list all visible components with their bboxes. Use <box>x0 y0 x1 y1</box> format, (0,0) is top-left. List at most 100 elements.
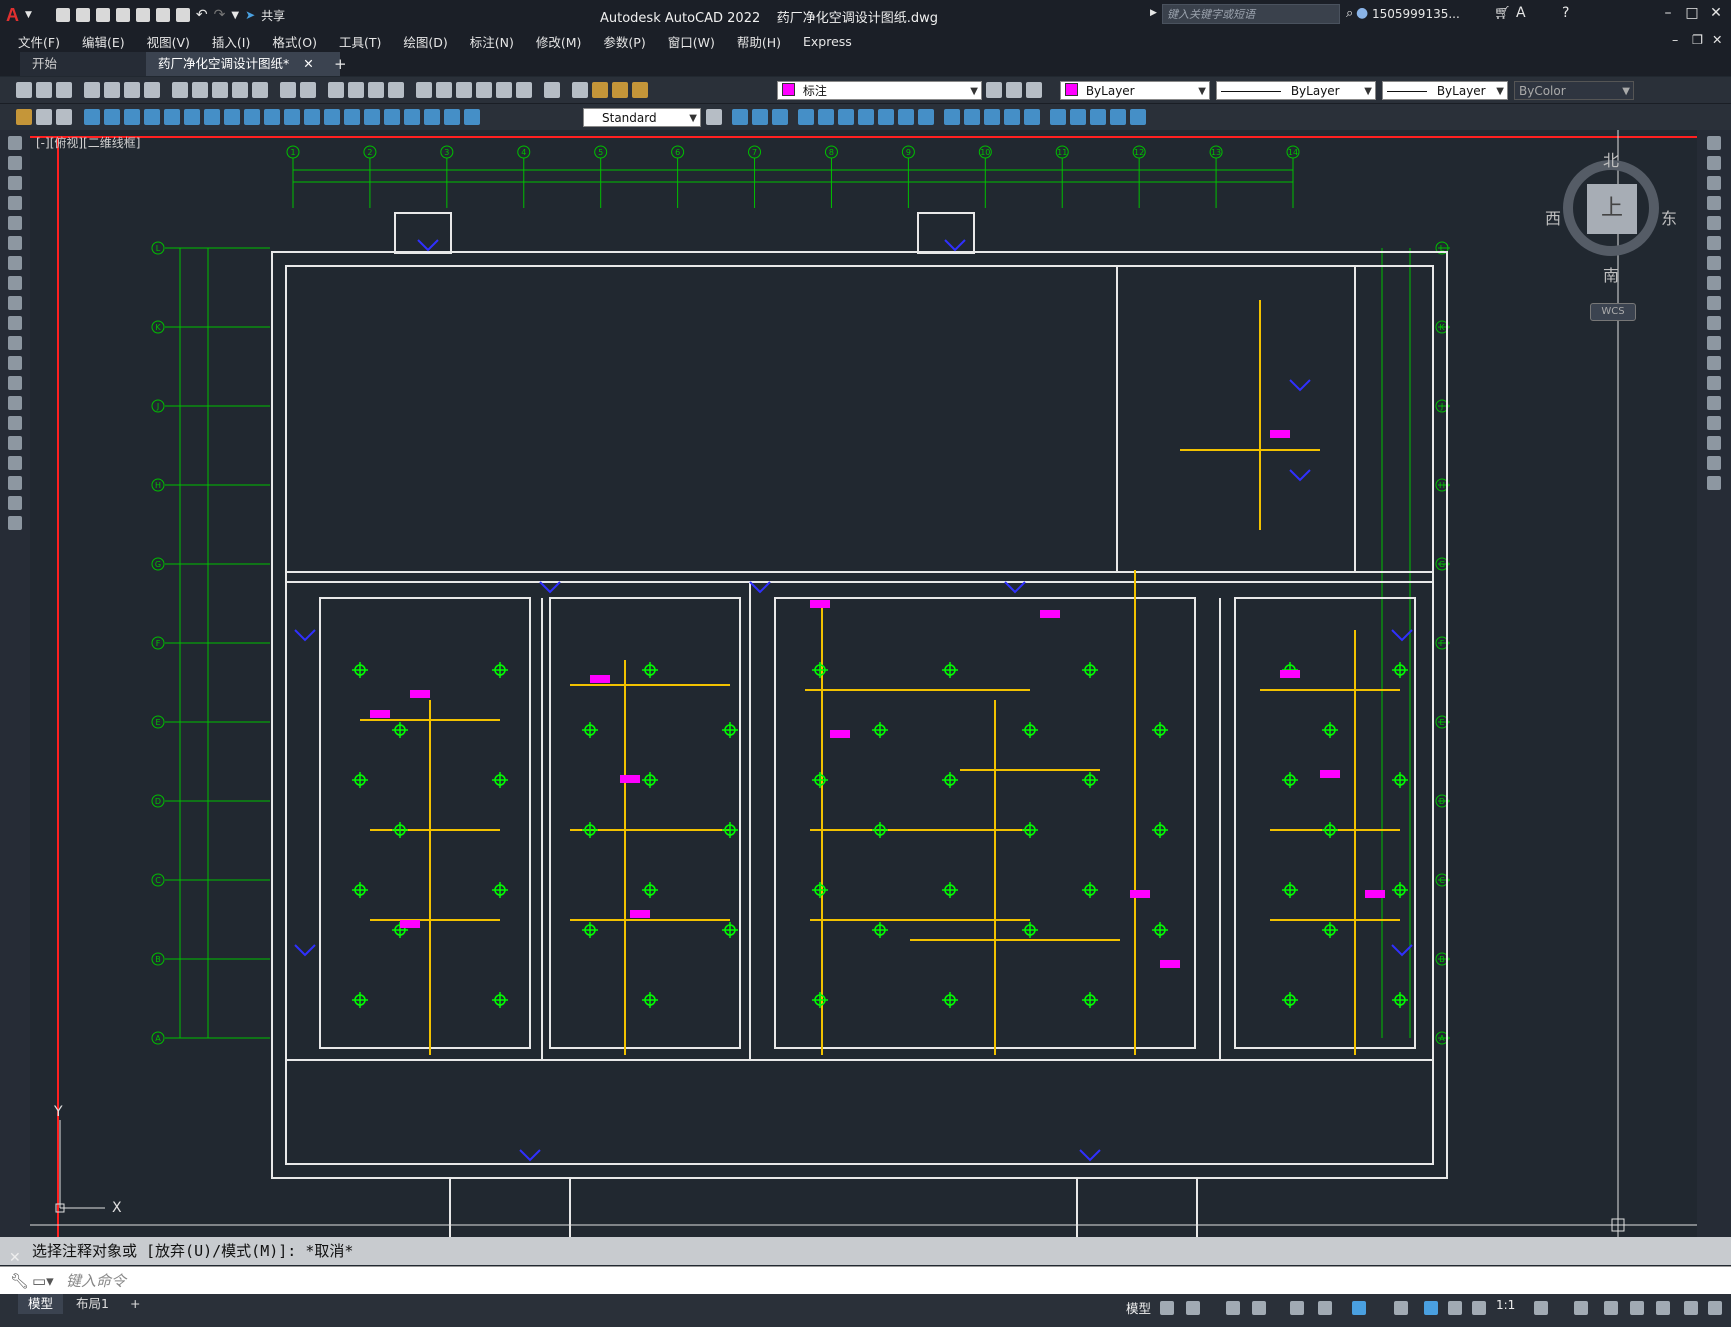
break-point-icon[interactable] <box>1707 356 1721 370</box>
isolate-objects-icon[interactable] <box>1656 1301 1670 1315</box>
tab-start[interactable]: 开始 <box>20 52 164 76</box>
autodesk-app-icon[interactable]: A <box>1516 5 1526 21</box>
make-current-layer-icon[interactable] <box>986 82 1002 98</box>
layer-properties-icon[interactable] <box>572 82 588 98</box>
print-icon[interactable] <box>84 82 100 98</box>
snap-icon[interactable] <box>1186 1301 1200 1315</box>
stretch-icon[interactable] <box>878 109 894 125</box>
ordinate-dimension-icon[interactable] <box>144 109 160 125</box>
menu-window[interactable]: 窗口(W) <box>668 32 715 51</box>
rotate-icon[interactable] <box>1707 256 1721 270</box>
properties-icon[interactable] <box>416 82 432 98</box>
user-name[interactable]: 1505999135... <box>1372 7 1460 21</box>
dimension-text-edit-icon[interactable] <box>444 109 460 125</box>
trim-icon[interactable] <box>898 109 914 125</box>
dimension-update-icon[interactable] <box>464 109 480 125</box>
break-icon[interactable] <box>944 109 960 125</box>
tab-layout1[interactable]: 布局1 <box>66 1294 119 1314</box>
match-properties-icon[interactable] <box>232 82 248 98</box>
ungroup-icon[interactable] <box>1070 109 1086 125</box>
continue-dimension-icon[interactable] <box>284 109 300 125</box>
polyline-icon[interactable] <box>8 176 22 190</box>
object-snap-icon[interactable] <box>1352 1301 1366 1315</box>
menu-help[interactable]: 帮助(H) <box>737 32 781 51</box>
command-prompt-icon[interactable]: ▭▾ <box>32 1267 54 1295</box>
zoom-previous-icon[interactable] <box>388 82 404 98</box>
paste-icon[interactable] <box>212 82 228 98</box>
new-icon[interactable] <box>55 8 70 22</box>
viewcube-east[interactable]: 东 <box>1661 205 1677 229</box>
viewcube[interactable]: 上 北 南 东 西 <box>1545 150 1677 285</box>
close-button[interactable]: ✕ <box>1706 5 1726 23</box>
save-icon[interactable] <box>95 8 110 22</box>
open-web-icon[interactable] <box>135 8 150 22</box>
draw-order-icon[interactable] <box>1130 109 1146 125</box>
open-drawing-icon[interactable] <box>36 82 52 98</box>
fillet-strip-icon[interactable] <box>1707 436 1721 450</box>
explode-icon[interactable] <box>1024 109 1040 125</box>
pan-icon[interactable] <box>328 82 344 98</box>
lineweight-dropdown[interactable]: ByLayer ▼ <box>1382 81 1508 100</box>
design-center-icon[interactable] <box>436 82 452 98</box>
maximize-button[interactable]: □ <box>1682 5 1702 23</box>
array-strip-icon[interactable] <box>1707 216 1721 230</box>
tab-document[interactable]: 药厂净化空调设计图纸* ✕ <box>146 52 340 76</box>
new-drawing-icon[interactable] <box>16 82 32 98</box>
inspection-icon[interactable] <box>384 109 400 125</box>
zoom-window-icon[interactable] <box>368 82 384 98</box>
extend-icon[interactable] <box>918 109 934 125</box>
quick-dimension-icon[interactable] <box>244 109 260 125</box>
table-icon[interactable] <box>8 476 22 490</box>
menu-tools[interactable]: 工具(T) <box>339 32 381 51</box>
layer-freeze-icon[interactable] <box>612 82 628 98</box>
undo-tool-icon[interactable] <box>280 82 296 98</box>
clean-screen-icon[interactable] <box>1684 1301 1698 1315</box>
sheet-set-icon[interactable] <box>476 82 492 98</box>
layer-previous-icon[interactable] <box>1006 82 1022 98</box>
command-input[interactable]: 🔧︎ ▭▾ 键入命令 <box>0 1266 1731 1295</box>
minimize-button[interactable]: – <box>1658 5 1678 23</box>
mirror-icon[interactable] <box>752 109 768 125</box>
units-icon[interactable] <box>1604 1301 1618 1315</box>
plot-icon[interactable] <box>175 8 190 22</box>
mirror-strip-icon[interactable] <box>1707 176 1721 190</box>
share-button[interactable]: 共享 <box>261 7 285 24</box>
revision-cloud-icon[interactable] <box>8 276 22 290</box>
circle-icon[interactable] <box>8 256 22 270</box>
array-icon[interactable] <box>798 109 814 125</box>
viewcube-face[interactable]: 上 <box>1587 184 1637 234</box>
layer-dropdown[interactable]: 标注 ▼ <box>777 81 982 100</box>
workspace-gear-icon[interactable] <box>1534 1301 1548 1315</box>
calculator-icon[interactable] <box>516 82 532 98</box>
help-icon[interactable]: ? <box>1562 5 1569 21</box>
share-icon[interactable]: ➤ <box>245 8 255 22</box>
rectangle-icon[interactable] <box>8 216 22 230</box>
attribute-icon[interactable] <box>56 109 72 125</box>
center-mark-icon[interactable] <box>364 109 380 125</box>
dimension-space-icon[interactable] <box>304 109 320 125</box>
diameter-dimension-icon[interactable] <box>204 109 220 125</box>
block-insert-icon[interactable] <box>16 109 32 125</box>
viewcube-south[interactable]: 南 <box>1603 262 1619 286</box>
group-select-icon[interactable] <box>1110 109 1126 125</box>
baseline-dimension-icon[interactable] <box>264 109 280 125</box>
ellipse-icon[interactable] <box>8 316 22 330</box>
menu-view[interactable]: 视图(V) <box>147 32 190 51</box>
jogged-dimension-icon[interactable] <box>184 109 200 125</box>
make-block-icon[interactable] <box>36 109 52 125</box>
erase-icon[interactable] <box>1707 136 1721 150</box>
aligned-dimension-icon[interactable] <box>104 109 120 125</box>
dimstyle-icon[interactable] <box>706 109 722 125</box>
construction-line-icon[interactable] <box>8 156 22 170</box>
spline-icon[interactable] <box>8 296 22 310</box>
point-icon[interactable] <box>8 396 22 410</box>
search-expand-icon[interactable]: ▶ <box>1150 8 1157 18</box>
tab-close-icon[interactable]: ✕ <box>303 56 313 71</box>
add-selected-icon[interactable] <box>8 516 22 530</box>
plotstyle-dropdown[interactable]: ByColor ▼ <box>1514 81 1634 100</box>
search-input[interactable]: 键入关键字或短语 <box>1162 4 1340 24</box>
stretch-strip-icon[interactable] <box>1707 296 1721 310</box>
customize-icon[interactable]: ▼ <box>231 10 239 21</box>
chamfer-icon[interactable] <box>984 109 1000 125</box>
copy-strip-icon[interactable] <box>1707 156 1721 170</box>
